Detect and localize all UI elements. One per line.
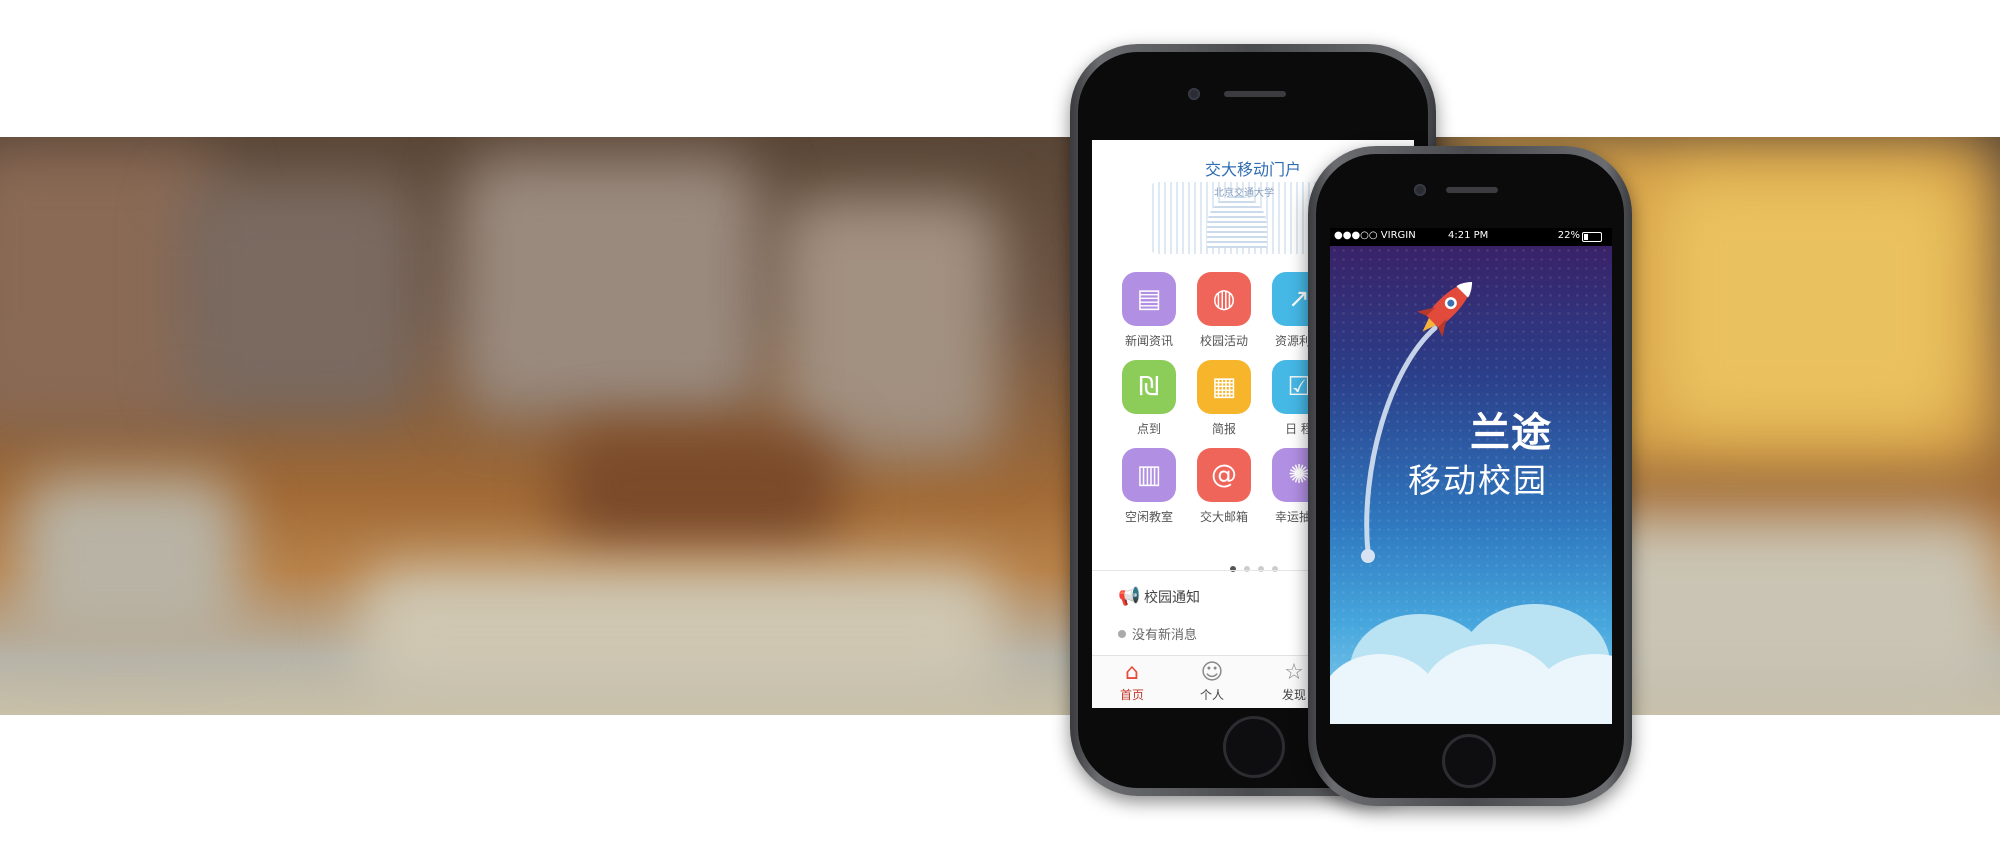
front-camera bbox=[1188, 88, 1200, 100]
earpiece-speaker bbox=[1446, 187, 1498, 193]
app-news[interactable]: ▤ 新闻资讯 bbox=[1114, 272, 1184, 349]
page-indicator bbox=[1230, 557, 1286, 576]
activity-icon: ◍ bbox=[1197, 272, 1251, 326]
app-brief[interactable]: ▦ 简报 bbox=[1189, 360, 1259, 437]
home-icon: ⌂ bbox=[1125, 660, 1139, 685]
home-button[interactable] bbox=[1442, 734, 1496, 788]
app-label: 校园活动 bbox=[1199, 334, 1248, 348]
campus-caption: 北京交通大学 bbox=[1214, 188, 1274, 199]
news-icon: ▤ bbox=[1122, 272, 1176, 326]
megaphone-icon: 📢 bbox=[1118, 586, 1141, 607]
front-camera bbox=[1414, 184, 1426, 196]
earpiece-speaker bbox=[1224, 91, 1286, 97]
app-slogan: 移动校园 bbox=[1408, 461, 1548, 500]
app-mail[interactable]: @ 交大邮箱 bbox=[1189, 448, 1259, 525]
home-button[interactable] bbox=[1223, 716, 1285, 778]
app-checkin[interactable]: ₪ 点到 bbox=[1114, 360, 1184, 437]
document-icon: ▦ bbox=[1197, 360, 1251, 414]
mail-icon: @ bbox=[1197, 448, 1251, 502]
app-label: 简报 bbox=[1211, 422, 1236, 436]
blurred-background bbox=[0, 137, 2000, 715]
app-label: 点到 bbox=[1136, 422, 1161, 436]
campus-notice[interactable]: 📢 校园通知 bbox=[1118, 586, 1200, 607]
person-icon: ☺ bbox=[1200, 660, 1224, 685]
campus-illustration: 北京交通大学 bbox=[1152, 182, 1322, 254]
brand-logo-text: 兰途 bbox=[1470, 410, 1552, 456]
app-label: 空闲教室 bbox=[1124, 510, 1173, 524]
app-label: 交大邮箱 bbox=[1199, 510, 1248, 524]
tab-personal[interactable]: ☺ 个人 bbox=[1182, 660, 1242, 703]
app-classroom[interactable]: ▥ 空闲教室 bbox=[1114, 448, 1184, 525]
tab-home[interactable]: ⌂ 首页 bbox=[1102, 660, 1162, 703]
notice-title: 校园通知 bbox=[1144, 590, 1200, 606]
splash-screen: ●●●○○ VIRGIN 4:21 PM 22% 兰途 移动校园 bbox=[1330, 228, 1612, 724]
checkin-icon: ₪ bbox=[1122, 360, 1176, 414]
classroom-icon: ▥ bbox=[1122, 448, 1176, 502]
phone-mockup-splash: ●●●○○ VIRGIN 4:21 PM 22% 兰途 移动校园 bbox=[1308, 146, 1632, 806]
app-activity[interactable]: ◍ 校园活动 bbox=[1189, 272, 1259, 349]
app-label: 新闻资讯 bbox=[1124, 334, 1173, 348]
clouds-illustration bbox=[1330, 584, 1612, 724]
notice-empty: 没有新消息 bbox=[1118, 624, 1197, 643]
